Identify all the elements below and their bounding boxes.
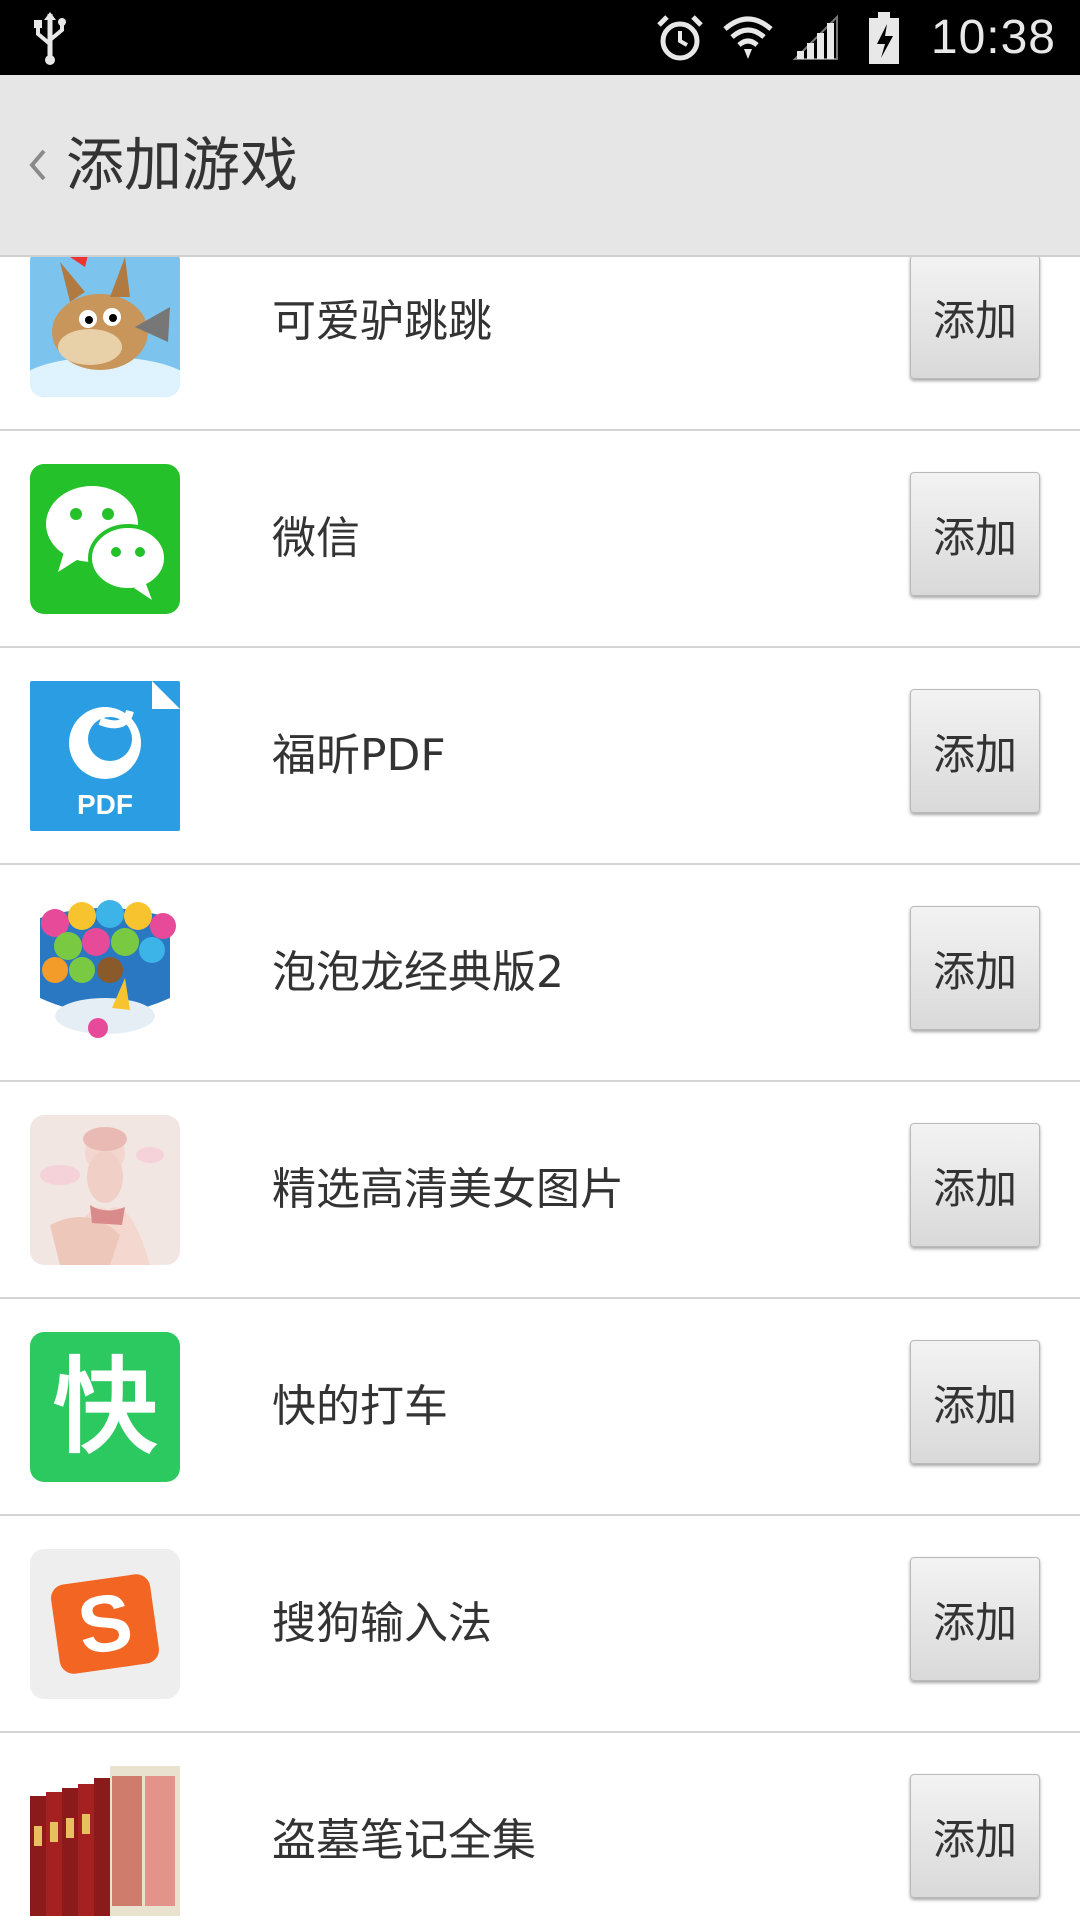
app-name: 快的打车 (272, 1381, 448, 1432)
alarm-icon (653, 11, 707, 65)
bubble-dragon-icon (30, 898, 180, 1048)
action-bar: 添加游戏 (0, 75, 1080, 257)
app-name: 盗墓笔记全集 (272, 1815, 536, 1866)
list-item: PDF 福昕PDF 添加 (0, 648, 1080, 865)
app-name: 搜狗输入法 (272, 1598, 492, 1649)
pdf-label: PDF (77, 789, 133, 820)
list-item: 精选高清美女图片 添加 (0, 1082, 1080, 1299)
app-name: 微信 (272, 513, 360, 564)
app-name: 精选高清美女图片 (272, 1164, 624, 1215)
wifi-icon (721, 11, 775, 65)
kuaidi-taxi-icon: 快 (30, 1332, 180, 1482)
book-collection-icon (30, 1766, 180, 1916)
list-item: 泡泡龙经典版2 添加 (0, 865, 1080, 1082)
kuaidi-glyph: 快 (52, 1346, 157, 1468)
usb-icon (34, 12, 66, 65)
list-item: 微信 添加 (0, 431, 1080, 648)
add-button[interactable]: 添加 (910, 472, 1040, 596)
photo-gallery-icon (30, 1115, 180, 1265)
app-list[interactable]: 可爱驴跳跳 添加 微信 添加 PDF 福昕PDF 添加 泡泡龙经典版2 添加 精… (0, 257, 1080, 1920)
add-button[interactable]: 添加 (910, 689, 1040, 813)
page-title: 添加游戏 (66, 131, 299, 199)
clock-time: 10:38 (930, 11, 1056, 64)
battery-charging-icon (857, 11, 911, 65)
sogou-input-icon: S (30, 1549, 180, 1699)
list-item: 盗墓笔记全集 添加 (0, 1733, 1080, 1920)
add-button[interactable]: 添加 (910, 1340, 1040, 1464)
donkey-game-icon (30, 257, 180, 397)
signal-icon (789, 11, 843, 65)
sogou-glyph: S (72, 1575, 138, 1672)
foxit-pdf-icon: PDF (30, 681, 180, 831)
add-button[interactable]: 添加 (910, 1123, 1040, 1247)
app-name: 福昕PDF (272, 730, 446, 781)
chevron-left-icon (29, 149, 46, 181)
list-item: 可爱驴跳跳 添加 (0, 257, 1080, 431)
add-button[interactable]: 添加 (910, 906, 1040, 1030)
list-item: S 搜狗输入法 添加 (0, 1516, 1080, 1733)
wechat-icon (30, 464, 180, 614)
app-name: 可爱驴跳跳 (272, 296, 492, 347)
add-button[interactable]: 添加 (910, 1557, 1040, 1681)
add-button[interactable]: 添加 (910, 257, 1040, 379)
add-button[interactable]: 添加 (910, 1774, 1040, 1898)
app-name: 泡泡龙经典版2 (272, 947, 564, 998)
back-button[interactable] (18, 135, 58, 195)
status-bar: 10:38 (0, 0, 1080, 75)
list-item: 快 快的打车 添加 (0, 1299, 1080, 1516)
